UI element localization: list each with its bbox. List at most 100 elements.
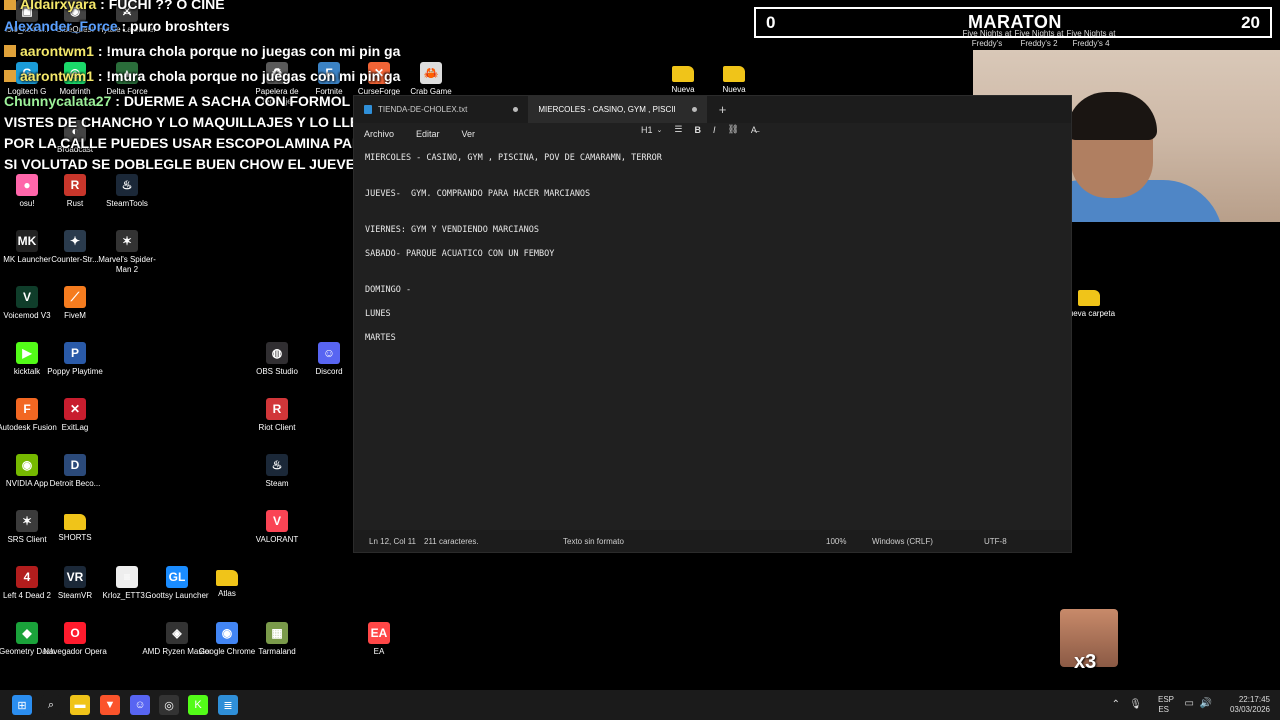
clock-date[interactable]: 03/03/2026 <box>1230 705 1270 714</box>
app-icon: ✦ <box>64 230 86 252</box>
desktop-icon-label: Atlas <box>218 589 236 598</box>
menu-editar[interactable]: Editar <box>416 129 440 139</box>
menu-archivo[interactable]: Archivo <box>364 129 394 139</box>
tab-label: TIENDA-DE-CHOLEX.txt <box>378 105 468 114</box>
app-icon <box>216 570 238 586</box>
app-icon <box>723 66 745 82</box>
tab-tienda[interactable]: TIENDA-DE-CHOLEX.txt <box>354 96 528 123</box>
desktop-icon[interactable]: ♨ Steam <box>250 454 304 489</box>
notepad-icon[interactable]: ≣ <box>218 695 238 715</box>
clock-time[interactable]: 22:17:45 <box>1239 695 1270 704</box>
score-left: 0 <box>766 13 776 32</box>
network-icon[interactable]: ▭ <box>1185 698 1194 709</box>
new-tab-button[interactable]: + <box>719 102 727 117</box>
desktop-icon[interactable]: ☺ Discord <box>302 342 356 377</box>
chevron-up-icon[interactable]: ⌃ <box>1112 699 1120 710</box>
app-icon <box>1078 290 1100 306</box>
desktop-icon-label: SHORTS <box>58 533 92 542</box>
chat-user: Chunnycalata27 <box>4 93 112 109</box>
language-bottom[interactable]: ES <box>1158 705 1169 714</box>
app-icon: ☺ <box>318 342 340 364</box>
desktop-icon[interactable]: 🦀 Crab Game <box>404 62 458 97</box>
desktop-icon[interactable]: EA EA <box>352 622 406 657</box>
desktop-icon[interactable]: SHORTS <box>48 510 102 543</box>
link-button[interactable]: ⛓ <box>727 124 738 135</box>
desktop-icon[interactable]: Nueva <box>707 62 761 95</box>
file-explorer-icon[interactable]: ▬ <box>70 695 90 715</box>
desktop-icon-label: SteamTools <box>106 199 148 208</box>
game-label: Five Nights at Freddy's 4 <box>1066 29 1116 48</box>
desktop-icon[interactable]: R Riot Client <box>250 398 304 433</box>
app-icon: R <box>266 398 288 420</box>
desktop-icon[interactable]: ⟋ FiveM <box>48 286 102 321</box>
desktop-icon[interactable]: Atlas <box>200 566 254 599</box>
app-icon: V <box>266 510 288 532</box>
app-icon: ◈ <box>166 622 188 644</box>
volume-icon[interactable]: 🔊 <box>1200 698 1212 709</box>
score-right: 20 <box>1241 13 1260 32</box>
tab-bar: TIENDA-DE-CHOLEX.txt MIERCOLES - CASINO,… <box>354 96 1071 123</box>
desktop-icon-label: Poppy Playtime <box>47 367 103 376</box>
tab-miercoles[interactable]: MIERCOLES - CASINO, GYM , PISCII <box>528 96 707 123</box>
chat-line: Alexander_Force : puro broshters <box>4 16 230 37</box>
desktop-icon[interactable]: D Detroit Beco... <box>48 454 102 489</box>
chat-user: aarontwm1 <box>20 43 94 59</box>
desktop-icon-label: Riot Client <box>258 423 296 432</box>
text-line: VIERNES: GYM Y VENDIENDO MARCIANOS <box>365 225 539 235</box>
desktop-icon[interactable]: ♨ SteamTools <box>100 174 154 209</box>
unsaved-dot-icon <box>513 107 519 112</box>
app-icon: ✶ <box>116 230 138 252</box>
app-icon: ◍ <box>266 342 288 364</box>
app-icon <box>64 514 86 530</box>
chat-user: aarontwm1 <box>20 68 94 84</box>
desktop-icon[interactable]: ▦ Tarmaland <box>250 622 304 657</box>
microphone-icon[interactable]: 🎙 <box>1129 699 1142 710</box>
chat-message: SI VOLUTAD SE DOBLEGLE BUEN CHOW EL JUEV… <box>4 156 365 172</box>
search-button-icon[interactable]: ⌕ <box>41 695 61 715</box>
app-icon: 4 <box>16 566 38 588</box>
brave-icon[interactable]: ▼ <box>100 695 120 715</box>
desktop-icon[interactable]: ✕ ExitLag <box>48 398 102 433</box>
desktop-icon-label: VALORANT <box>255 535 299 544</box>
status-bar: Ln 12, Col 11 211 caracteres. Texto sin … <box>354 530 1071 552</box>
encoding[interactable]: UTF-8 <box>984 537 1007 546</box>
chat-message: : DUERME A SACHA CON FORMOL Y LO <box>115 93 386 109</box>
text-line: MIERCOLES - CASINO, GYM , PISCINA, POV D… <box>365 153 662 163</box>
app-icon: VR <box>64 566 86 588</box>
app-icon: D <box>64 454 86 476</box>
heading-dropdown[interactable]: H1 <box>641 125 653 135</box>
steam-tools-icon[interactable]: ◎ <box>159 695 179 715</box>
kick-icon[interactable]: K <box>188 695 208 715</box>
list-dropdown[interactable]: ☰ <box>674 124 682 135</box>
desktop-icon-label: ExitLag <box>61 423 89 432</box>
format-mode[interactable]: Texto sin formato <box>563 537 624 546</box>
chat-line: VISTES DE CHANCHO Y LO MAQUILLAJES Y LO … <box>4 112 387 133</box>
bold-button[interactable]: B <box>694 125 701 135</box>
zoom-level[interactable]: 100% <box>826 537 846 546</box>
menu-ver[interactable]: Ver <box>462 129 476 139</box>
chat-message: : puro broshters <box>121 18 230 34</box>
app-icon: ▶ <box>16 342 38 364</box>
italic-button[interactable]: I <box>713 125 716 135</box>
start-button-icon[interactable]: ⊞ <box>12 695 32 715</box>
chat-line: SI VOLUTAD SE DOBLEGLE BUEN CHOW EL JUEV… <box>4 154 364 175</box>
clear-format-button[interactable]: A̶ <box>751 125 757 135</box>
chat-user: Alexander_Force <box>4 18 118 34</box>
desktop-icon[interactable]: V VALORANT <box>250 510 304 545</box>
text-line: DOMINGO - <box>365 285 412 295</box>
chat-message: : !mura chola porque no juegas con mi pi… <box>97 68 401 84</box>
app-icon: V <box>16 286 38 308</box>
chat-line: Chunnycalata27 : DUERME A SACHA CON FORM… <box>4 91 386 112</box>
chat-message: : !mura chola porque no juegas con mi pi… <box>97 43 401 59</box>
desktop-icon[interactable]: O Navegador Opera <box>43 622 107 657</box>
text-line: JUEVES- GYM. COMPRANDO PARA HACER MARCIA… <box>365 189 591 199</box>
game-label: Five Nights at Freddy's 2 <box>1014 29 1064 48</box>
app-icon: O <box>64 622 86 644</box>
text-editor[interactable]: MIERCOLES - CASINO, GYM , PISCINA, POV D… <box>365 153 1061 528</box>
discord-icon[interactable]: ☺ <box>130 695 150 715</box>
language-top[interactable]: ESP <box>1158 695 1174 704</box>
desktop-icon[interactable]: P Poppy Playtime <box>47 342 103 377</box>
desktop-icon[interactable]: ✶ Marvel's Spider-Man 2 <box>98 230 156 275</box>
game-label: Five Nights at Freddy's <box>962 29 1012 48</box>
line-ending[interactable]: Windows (CRLF) <box>872 537 933 546</box>
